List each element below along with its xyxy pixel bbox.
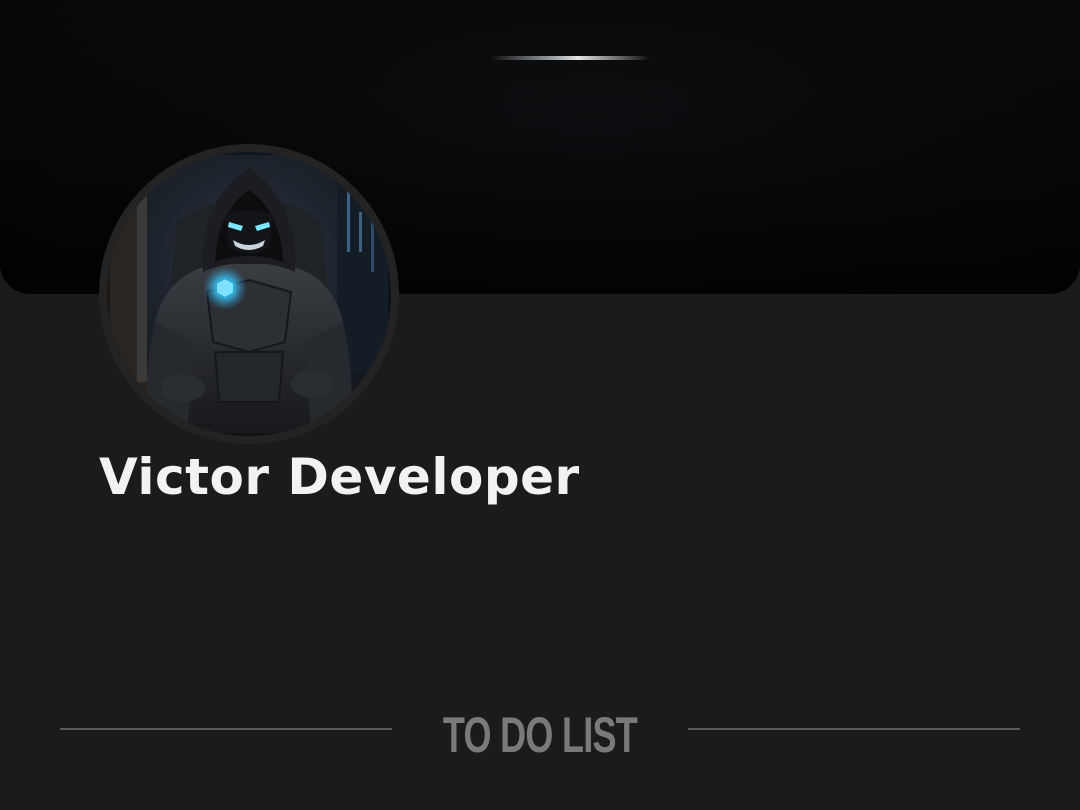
todo-section-title: TO DO LIST xyxy=(442,707,638,763)
heading-divider-left xyxy=(60,728,392,730)
todo-section-heading: TO DO LIST xyxy=(60,705,1020,765)
avatar[interactable] xyxy=(99,144,399,444)
profile-name: Victor Developer xyxy=(99,448,580,506)
heading-divider-right xyxy=(688,728,1020,730)
hooded-armored-figure-avatar-icon xyxy=(107,152,391,436)
profile-page: Victor Developer TO DO LIST xyxy=(0,0,1080,810)
